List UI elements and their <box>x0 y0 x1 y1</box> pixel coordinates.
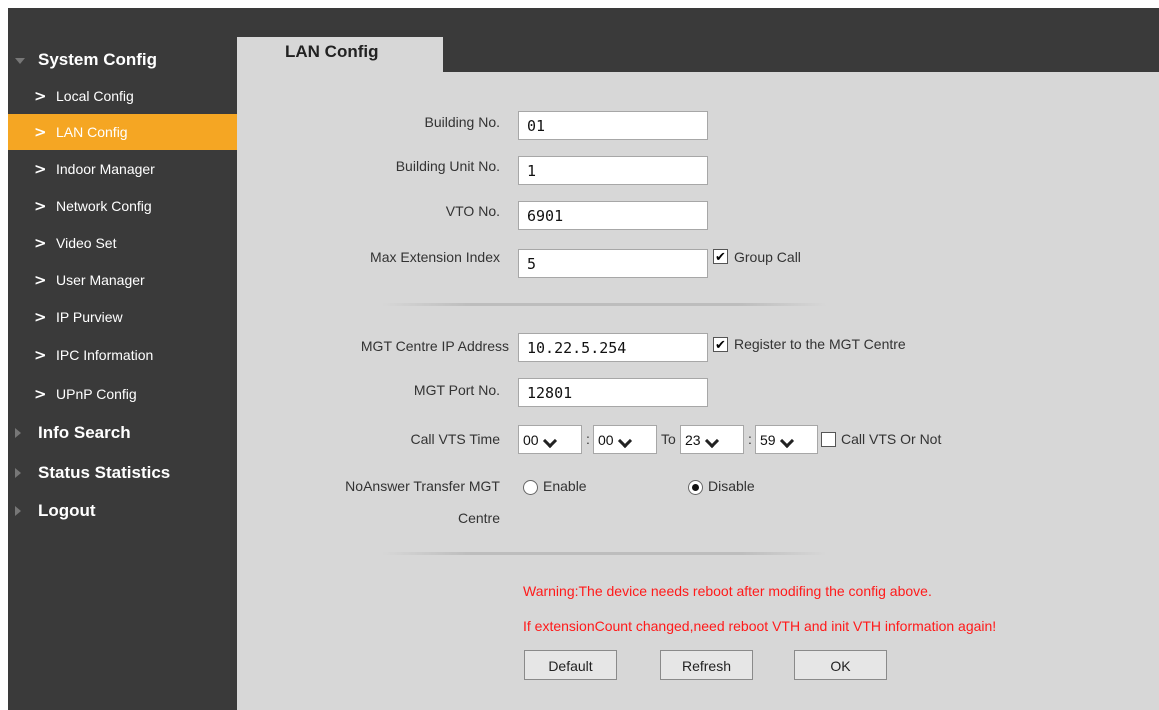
sidebar-item-label: Video Set <box>56 235 117 251</box>
building-unit-no-input[interactable] <box>518 156 708 185</box>
sidebar-section-logout[interactable]: Logout <box>8 493 237 529</box>
sidebar-item-label: IPC Information <box>56 347 154 363</box>
call-vts-time-label: Call VTS Time <box>410 431 500 447</box>
chevron-right-icon: > <box>34 87 47 105</box>
chevron-right-icon: > <box>34 271 47 289</box>
sidebar-section-system-config[interactable]: System Config <box>8 42 237 78</box>
chevron-right-icon: > <box>34 123 47 141</box>
expand-arrow-icon <box>8 415 30 451</box>
sidebar-item-ipc-information[interactable]: > IPC Information <box>8 337 237 373</box>
app-frame: System Config > Local Config > LAN Confi… <box>8 8 1159 710</box>
group-call-checkbox[interactable]: ✔ <box>713 249 728 264</box>
sidebar-item-indoor-manager[interactable]: > Indoor Manager <box>8 151 237 187</box>
vto-no-input[interactable] <box>518 201 708 230</box>
chevron-right-icon: > <box>34 346 47 364</box>
refresh-button[interactable]: Refresh <box>660 650 753 680</box>
extension-warning-text: If extensionCount changed,need reboot VT… <box>523 618 997 634</box>
sidebar-item-local-config[interactable]: > Local Config <box>8 78 237 114</box>
default-button[interactable]: Default <box>524 650 617 680</box>
sidebar-item-ip-purview[interactable]: > IP Purview <box>8 299 237 335</box>
mgt-port-label: MGT Port No. <box>413 382 500 398</box>
end-minute-select[interactable]: 59 <box>755 425 818 454</box>
max-extension-index-input[interactable] <box>518 249 708 278</box>
chevron-right-icon: > <box>34 197 47 215</box>
start-hour-select[interactable]: 00 <box>518 425 582 454</box>
sidebar-section-label: Logout <box>38 501 96 520</box>
register-mgt-label: Register to the MGT Centre <box>734 336 906 352</box>
end-minute-value: 59 <box>760 431 776 448</box>
start-minute-value: 00 <box>598 431 614 448</box>
sidebar-item-video-set[interactable]: > Video Set <box>8 225 237 261</box>
sidebar-section-status-statistics[interactable]: Status Statistics <box>8 455 237 491</box>
noanswer-transfer-label: NoAnswer Transfer MGT <box>345 478 500 494</box>
sidebar-item-label: IP Purview <box>56 309 123 325</box>
chevron-down-icon <box>545 435 555 445</box>
section-divider <box>382 552 827 555</box>
time-to-label: To <box>661 431 676 447</box>
tab-lan-config[interactable]: LAN Config <box>237 37 443 72</box>
mgt-port-input[interactable] <box>518 378 708 407</box>
expand-arrow-icon <box>8 493 30 529</box>
time-colon: : <box>748 431 752 447</box>
group-call-label: Group Call <box>734 249 801 265</box>
sidebar-item-lan-config[interactable]: > LAN Config <box>8 114 237 150</box>
chevron-right-icon: > <box>34 234 47 252</box>
reboot-warning-text: Warning:The device needs reboot after mo… <box>523 583 932 599</box>
mgt-ip-input[interactable] <box>518 333 708 362</box>
sidebar-section-label: Info Search <box>38 423 131 442</box>
sidebar-item-network-config[interactable]: > Network Config <box>8 188 237 224</box>
max-extension-index-label: Max Extension Index <box>370 249 500 265</box>
mgt-ip-label: MGT Centre IP Address <box>360 338 509 354</box>
lan-config-panel: Building No. Building Unit No. VTO No. M… <box>237 72 1159 710</box>
sidebar-item-label: UPnP Config <box>56 386 137 402</box>
call-vts-or-not-checkbox[interactable] <box>821 432 836 447</box>
start-hour-value: 00 <box>523 431 539 448</box>
start-minute-select[interactable]: 00 <box>593 425 657 454</box>
building-no-label: Building No. <box>424 114 501 130</box>
sidebar-section-label: Status Statistics <box>38 463 171 482</box>
chevron-right-icon: > <box>34 160 47 178</box>
chevron-down-icon <box>707 435 717 445</box>
time-colon: : <box>586 431 590 447</box>
sidebar-item-user-manager[interactable]: > User Manager <box>8 262 237 298</box>
call-vts-or-not-label: Call VTS Or Not <box>841 431 942 447</box>
chevron-right-icon: > <box>34 308 47 326</box>
sidebar-section-info-search[interactable]: Info Search <box>8 415 237 451</box>
building-unit-no-label: Building Unit No. <box>395 158 500 174</box>
sidebar-item-label: Local Config <box>56 88 134 104</box>
vto-no-label: VTO No. <box>445 203 500 219</box>
enable-radio[interactable] <box>523 480 538 495</box>
chevron-right-icon: > <box>34 385 47 403</box>
sidebar-item-label: Indoor Manager <box>56 161 155 177</box>
sidebar-item-label: LAN Config <box>56 124 128 140</box>
end-hour-select[interactable]: 23 <box>680 425 744 454</box>
noanswer-transfer-label-line2: Centre <box>457 510 500 526</box>
sidebar-item-upnp-config[interactable]: > UPnP Config <box>8 376 237 412</box>
building-no-input[interactable] <box>518 111 708 140</box>
sidebar-section-label: System Config <box>38 50 158 69</box>
disable-radio[interactable] <box>688 480 703 495</box>
end-hour-value: 23 <box>685 431 701 448</box>
collapse-arrow-icon <box>8 42 30 78</box>
ok-button[interactable]: OK <box>794 650 887 680</box>
enable-radio-label: Enable <box>543 478 587 494</box>
sidebar: System Config > Local Config > LAN Confi… <box>8 37 237 710</box>
sidebar-item-label: User Manager <box>56 272 145 288</box>
register-mgt-checkbox[interactable]: ✔ <box>713 337 728 352</box>
chevron-down-icon <box>782 435 792 445</box>
section-divider <box>382 303 827 306</box>
expand-arrow-icon <box>8 455 30 491</box>
disable-radio-label: Disable <box>708 478 755 494</box>
sidebar-item-label: Network Config <box>56 198 152 214</box>
chevron-down-icon <box>620 435 630 445</box>
